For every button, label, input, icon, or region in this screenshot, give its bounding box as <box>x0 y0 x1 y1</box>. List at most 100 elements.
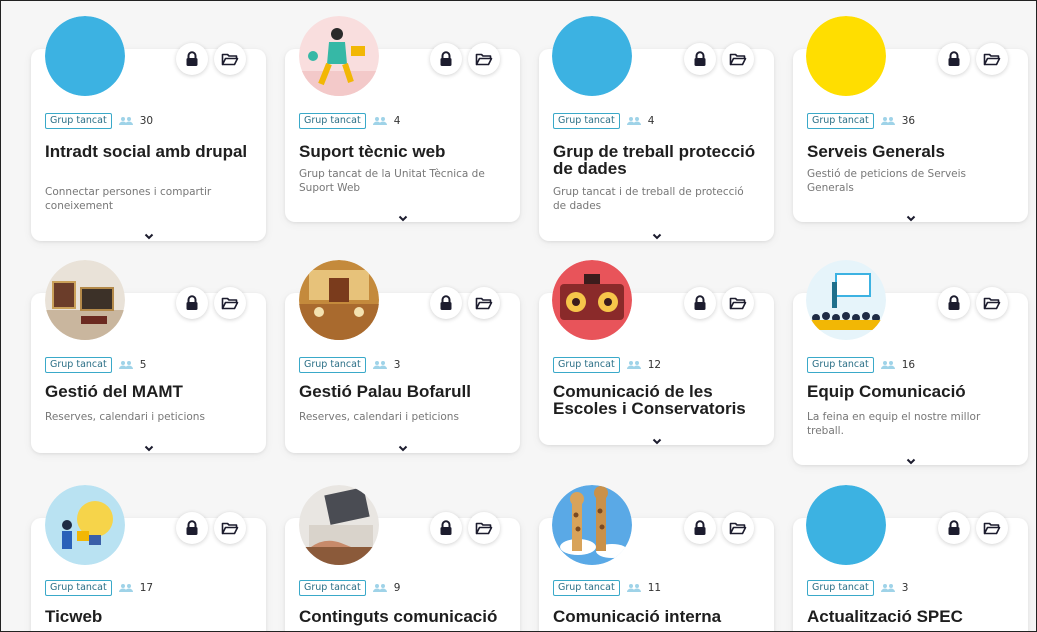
status-badge: Grup tancat <box>299 357 366 373</box>
folder-button[interactable] <box>468 512 500 544</box>
group-title[interactable]: Equip Comunicació <box>807 383 1018 400</box>
member-count: 12 <box>647 359 662 371</box>
lock-icon <box>440 51 452 66</box>
folder-button[interactable] <box>468 43 500 75</box>
group-description: Reserves, calendari i peticions <box>45 411 205 423</box>
chevron-down-icon <box>906 215 915 221</box>
group-meta: Grup tancat 30 <box>45 113 153 129</box>
lock-icon <box>186 520 198 535</box>
group-title[interactable]: Actualització SPEC <box>807 608 1018 625</box>
expand-button[interactable] <box>140 231 158 241</box>
group-title[interactable]: Comunicació interna <box>553 608 764 625</box>
group-avatar <box>299 16 379 96</box>
lock-icon <box>440 295 452 310</box>
folder-button[interactable] <box>722 287 754 319</box>
group-meta: Grup tancat 3 <box>807 580 908 596</box>
group-avatar <box>299 260 379 340</box>
folder-button[interactable] <box>976 287 1008 319</box>
folder-button[interactable] <box>722 43 754 75</box>
lock-icon <box>186 295 198 310</box>
folder-icon <box>475 297 493 310</box>
chevron-down-icon <box>906 458 915 464</box>
group-avatar <box>45 485 125 565</box>
expand-button[interactable] <box>140 443 158 453</box>
member-count: 30 <box>139 115 154 127</box>
folder-button[interactable] <box>214 43 246 75</box>
lock-icon <box>440 520 452 535</box>
lock-button[interactable] <box>684 287 716 319</box>
folder-button[interactable] <box>976 512 1008 544</box>
expand-button[interactable] <box>902 456 920 466</box>
chevron-down-icon <box>144 233 153 239</box>
member-count: 5 <box>139 359 147 371</box>
lock-button[interactable] <box>684 43 716 75</box>
members-icon <box>118 116 134 126</box>
lock-button[interactable] <box>176 287 208 319</box>
lock-icon <box>694 520 706 535</box>
group-meta: Grup tancat 11 <box>553 580 661 596</box>
members-icon <box>880 583 896 593</box>
members-icon <box>880 360 896 370</box>
folder-icon <box>983 522 1001 535</box>
folder-icon <box>983 297 1001 310</box>
folder-button[interactable] <box>976 43 1008 75</box>
group-title[interactable]: Gestió del MAMT <box>45 383 256 400</box>
lock-button[interactable] <box>684 512 716 544</box>
lock-button[interactable] <box>176 512 208 544</box>
expand-button[interactable] <box>394 443 412 453</box>
expand-button[interactable] <box>902 213 920 223</box>
lock-icon <box>694 51 706 66</box>
lock-button[interactable] <box>430 287 462 319</box>
folder-icon <box>221 53 239 66</box>
lock-button[interactable] <box>938 512 970 544</box>
group-avatar <box>552 485 632 565</box>
group-title[interactable]: Grup de treball protecció de dades <box>553 143 764 177</box>
group-title[interactable]: Ticweb <box>45 608 256 625</box>
members-icon <box>118 360 134 370</box>
chevron-down-icon <box>652 438 661 444</box>
expand-button[interactable] <box>648 436 666 446</box>
expand-button[interactable] <box>648 231 666 241</box>
chevron-down-icon <box>144 445 153 451</box>
status-badge: Grup tancat <box>553 580 620 596</box>
lock-button[interactable] <box>938 43 970 75</box>
member-count: 36 <box>901 115 916 127</box>
group-title[interactable]: Comunicació de les Escoles i Conservator… <box>553 383 764 417</box>
folder-button[interactable] <box>214 512 246 544</box>
member-count: 9 <box>393 582 401 594</box>
folder-icon <box>729 53 747 66</box>
group-avatar <box>806 16 886 96</box>
folder-icon <box>475 53 493 66</box>
group-title[interactable]: Intradt social amb drupal <box>45 143 256 160</box>
folder-icon <box>729 522 747 535</box>
group-meta: Grup tancat 12 <box>553 357 661 373</box>
lock-button[interactable] <box>430 512 462 544</box>
group-description: Gestió de peticions de Serveis Generals <box>807 168 967 194</box>
group-title[interactable]: Suport tècnic web <box>299 143 510 160</box>
status-badge: Grup tancat <box>553 357 620 373</box>
group-meta: Grup tancat 4 <box>553 113 654 129</box>
group-avatar <box>45 260 125 340</box>
member-count: 11 <box>647 582 662 594</box>
group-description: Reserves, calendari i peticions <box>299 411 459 423</box>
lock-button[interactable] <box>938 287 970 319</box>
status-badge: Grup tancat <box>45 357 112 373</box>
lock-button[interactable] <box>176 43 208 75</box>
members-icon <box>626 360 642 370</box>
lock-button[interactable] <box>430 43 462 75</box>
group-description: Connectar persones i compartir coneixeme… <box>45 186 212 212</box>
folder-icon <box>221 522 239 535</box>
group-meta: Grup tancat 17 <box>45 580 153 596</box>
folder-button[interactable] <box>468 287 500 319</box>
group-meta: Grup tancat 36 <box>807 113 915 129</box>
group-title[interactable]: Serveis Generals <box>807 143 1018 160</box>
folder-button[interactable] <box>722 512 754 544</box>
folder-button[interactable] <box>214 287 246 319</box>
group-title[interactable]: Gestió Palau Bofarull <box>299 383 510 400</box>
groups-grid: Grup tancat 30 Intradt social amb drupal… <box>0 0 1037 632</box>
group-description: Grup tancat i de treball de protecció de… <box>553 186 744 212</box>
group-title[interactable]: Continguts comunicació <box>299 608 510 625</box>
expand-button[interactable] <box>394 213 412 223</box>
folder-icon <box>729 297 747 310</box>
lock-icon <box>948 51 960 66</box>
